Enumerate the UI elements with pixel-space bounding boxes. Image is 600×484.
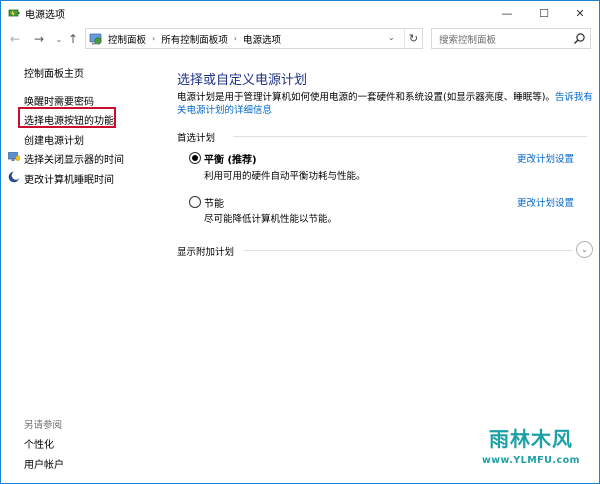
sidebar-item-display-off[interactable]: 选择关闭显示器的时间 — [24, 151, 124, 166]
plan-balanced-radio[interactable] — [189, 152, 201, 164]
control-panel-icon — [89, 33, 102, 45]
page-description: 电源计划是用于管理计算机如何使用电源的一套硬件和系统设置(如显示器亮度、睡眠等)… — [177, 91, 595, 117]
forward-button[interactable]: → — [31, 31, 47, 47]
watermark-url: www.YLMFU.com — [481, 455, 581, 466]
breadcrumb-separator[interactable]: › — [234, 34, 237, 43]
change-plan-settings-power-saver-link[interactable]: 更改计划设置 — [517, 195, 574, 209]
title-bar: 电源选项 — ☐ ✕ — [1, 1, 599, 25]
moon-icon — [8, 171, 20, 183]
sidebar: 控制面板主页 唤醒时需要密码 选择电源按钮的功能 创建电源计划 选择关闭显示器的… — [1, 53, 161, 483]
back-button[interactable]: ← — [7, 31, 23, 47]
sidebar-item-sleep-time[interactable]: 更改计算机睡眠时间 — [24, 171, 114, 186]
power-options-icon — [8, 9, 20, 17]
chevron-down-icon[interactable]: ⌄ — [576, 241, 593, 258]
address-bar[interactable]: 控制面板 › 所有控制面板项 › 电源选项 ⌄ ↻ — [85, 28, 423, 49]
page-title: 选择或自定义电源计划 — [177, 73, 308, 88]
address-dropdown-button[interactable]: ⌄ — [388, 33, 395, 42]
breadcrumb: 控制面板 › 所有控制面板项 › 电源选项 — [108, 29, 281, 48]
maximize-button[interactable]: ☐ — [527, 1, 561, 25]
breadcrumb-all-items[interactable]: 所有控制面板项 — [161, 32, 228, 46]
monitor-shield-icon — [8, 152, 20, 161]
search-input[interactable]: 搜索控制面板 — [431, 28, 591, 49]
sidebar-item-power-button[interactable]: 选择电源按钮的功能 — [24, 112, 114, 127]
breadcrumb-control-panel[interactable]: 控制面板 — [108, 32, 146, 46]
section-divider — [243, 250, 573, 251]
window-title: 电源选项 — [25, 10, 65, 21]
see-also-heading: 另请参阅 — [24, 420, 63, 431]
refresh-button[interactable]: ↻ — [404, 29, 422, 48]
sidebar-item-wake-password[interactable]: 唤醒时需要密码 — [24, 93, 94, 108]
sidebar-item-home[interactable]: 控制面板主页 — [24, 65, 84, 80]
plan-power-saver-radio[interactable] — [189, 196, 201, 208]
navigation-bar: ← → ⌄ ↑ 控制面板 › 所有控制面板项 › 电源选项 ⌄ ↻ 搜索控制面板 — [1, 25, 599, 53]
breadcrumb-power-options[interactable]: 电源选项 — [243, 32, 281, 46]
breadcrumb-separator[interactable]: › — [152, 34, 155, 43]
plan-power-saver-description: 尽可能降低计算机性能以节能。 — [204, 214, 338, 225]
plan-balanced-name[interactable]: 平衡 (推荐) — [204, 151, 257, 166]
search-placeholder: 搜索控制面板 — [439, 35, 497, 46]
sidebar-item-user-accounts[interactable]: 用户帐户 — [24, 456, 64, 471]
search-icon[interactable] — [573, 32, 586, 45]
section-divider — [233, 136, 587, 137]
watermark-brand: 雨林木风 — [489, 427, 573, 451]
plan-power-saver-name[interactable]: 节能 — [204, 195, 224, 210]
description-text: 电源计划是用于管理计算机如何使用电源的一套硬件和系统设置(如显示器亮度、睡眠等)… — [177, 92, 555, 103]
minimize-button[interactable]: — — [490, 1, 524, 25]
show-additional-plans-label[interactable]: 显示附加计划 — [177, 244, 234, 258]
watermark-logo: 雨林木风 www.YLMFU.com — [469, 419, 593, 475]
sidebar-item-personalization[interactable]: 个性化 — [24, 436, 54, 451]
sidebar-item-create-plan[interactable]: 创建电源计划 — [24, 132, 84, 147]
close-button[interactable]: ✕ — [563, 1, 597, 25]
up-button[interactable]: ↑ — [65, 31, 81, 47]
power-options-window: 电源选项 — ☐ ✕ ← → ⌄ ↑ 控制面板 › 所有控制面板项 › 电源选项… — [0, 0, 600, 484]
preferred-plans-heading: 首选计划 — [177, 133, 216, 144]
plan-balanced-description: 利用可用的硬件自动平衡功耗与性能。 — [204, 171, 366, 182]
change-plan-settings-balanced-link[interactable]: 更改计划设置 — [517, 151, 574, 165]
